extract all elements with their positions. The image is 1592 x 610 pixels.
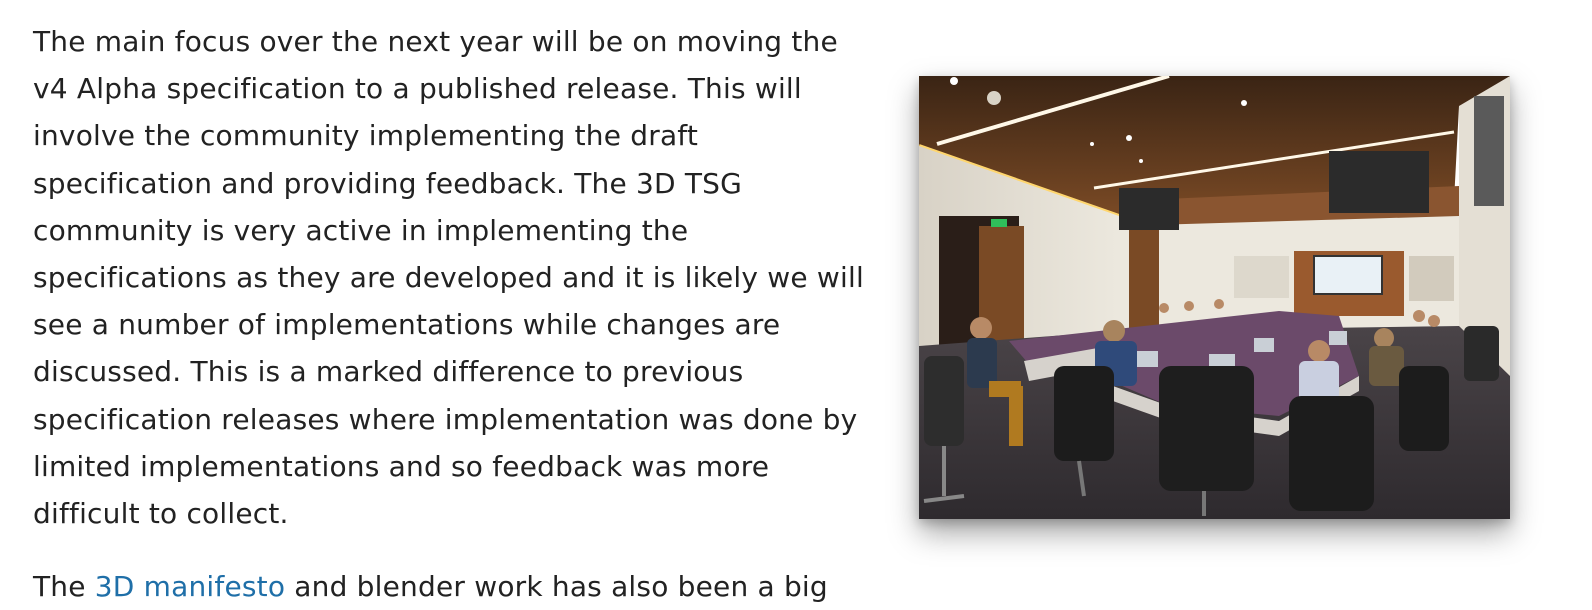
article-paragraph: The main focus over the next year will b… [33,25,864,531]
paragraph-text: The [33,570,95,604]
3d-manifesto-link[interactable]: 3D manifesto [95,570,285,603]
meeting-room-illustration [919,76,1510,519]
meeting-room-photo [919,76,1510,519]
article-paragraph-2: The 3D manifesto and blender work has al… [33,563,873,610]
paragraph-text: and blender work has also been a big [285,570,828,604]
article-body: The main focus over the next year will b… [33,18,873,610]
